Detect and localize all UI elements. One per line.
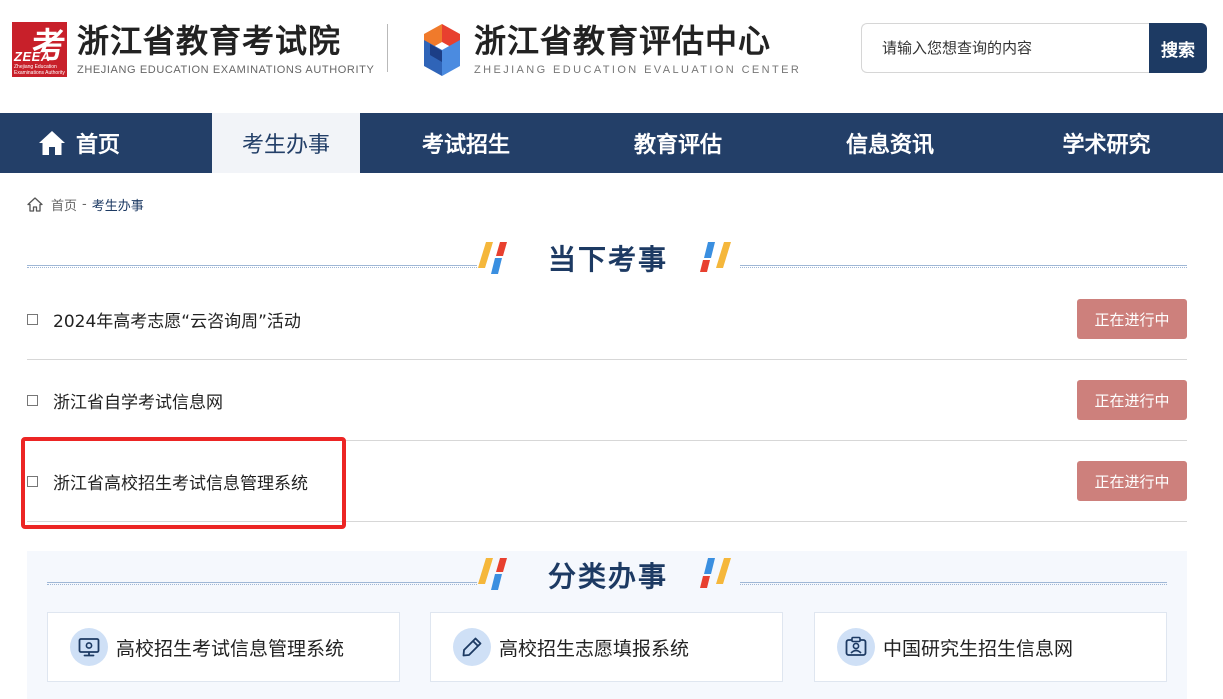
breadcrumb: 首页 - 考生办事 (27, 195, 144, 214)
event-row[interactable]: 2024年高考志愿“云咨询周”活动 正在进行中 (27, 279, 1187, 360)
category-label: 中国研究生招生信息网 (883, 637, 1074, 660)
home-outline-icon (27, 197, 43, 212)
nav-item-evaluation[interactable]: 教育评估 (572, 113, 784, 173)
evaluation-center-logo[interactable]: 浙江省教育评估中心 ZHEJIANG EDUCATION EVALUATION … (420, 22, 801, 78)
category-label: 高校招生考试信息管理系统 (116, 637, 345, 660)
home-icon (39, 131, 65, 155)
event-row[interactable]: 浙江省自学考试信息网 正在进行中 (27, 360, 1187, 441)
breadcrumb-home-link[interactable]: 首页 (51, 195, 77, 214)
heading-slash-deco-left (478, 242, 507, 274)
category-label: 高校招生志愿填报系统 (499, 637, 690, 660)
heading-slash-deco-left (478, 558, 507, 590)
square-bullet-icon (27, 314, 38, 325)
category-card-application-system[interactable]: 高校招生志愿填报系统 (430, 612, 783, 682)
search-bar: 搜索 (861, 23, 1207, 73)
org2-name-cn: 浙江省教育评估中心 (474, 22, 772, 60)
current-events-title: 当下考事 (548, 243, 669, 276)
nav-item-research[interactable]: 学术研究 (996, 113, 1217, 173)
nav-item-home[interactable]: 首页 (0, 113, 212, 173)
zeea-logo-mark: 考 ZEEA Zhejiang Education Examinations A… (12, 22, 67, 77)
nav-item-label: 首页 (76, 133, 121, 158)
heading-line-right (740, 265, 1187, 268)
zeea-logo[interactable]: 考 ZEEA Zhejiang Education Examinations A… (12, 22, 374, 77)
org1-name-cn: 浙江省教育考试院 (77, 22, 342, 60)
nav-item-exam-services[interactable]: 考生办事 (212, 113, 360, 173)
org1-name-en: ZHEJIANG EDUCATION EXAMINATIONS AUTHORIT… (77, 64, 375, 76)
breadcrumb-separator: - (82, 197, 87, 212)
category-card-admissions-system[interactable]: 高校招生考试信息管理系统 (47, 612, 400, 682)
event-title[interactable]: 浙江省自学考试信息网 (53, 388, 223, 413)
search-input[interactable] (861, 23, 1149, 73)
highlight-annotation-box (21, 437, 346, 529)
nav-item-news[interactable]: 信息资讯 (784, 113, 996, 173)
search-button[interactable]: 搜索 (1149, 23, 1207, 73)
site-header: 考 ZEEA Zhejiang Education Examinations A… (0, 0, 1223, 113)
heading-slash-deco-right (700, 558, 731, 588)
category-card-graduate-admissions[interactable]: 中国研究生招生信息网 (814, 612, 1167, 682)
status-badge: 正在进行中 (1077, 299, 1187, 339)
header-divider (387, 24, 388, 72)
pencil-icon (453, 628, 491, 666)
status-badge: 正在进行中 (1077, 380, 1187, 420)
logo-abbr: ZEEA (14, 49, 51, 64)
status-badge: 正在进行中 (1077, 461, 1187, 501)
evaluation-center-logo-icon (424, 24, 460, 76)
heading-slash-deco-right (700, 242, 731, 272)
nav-item-admissions[interactable]: 考试招生 (360, 113, 572, 173)
square-bullet-icon (27, 395, 38, 406)
org2-name-en: ZHEJIANG EDUCATION EVALUATION CENTER (474, 64, 802, 76)
heading-line-right (740, 582, 1167, 585)
event-title[interactable]: 2024年高考志愿“云咨询周”活动 (53, 307, 301, 332)
logo-small-text: Zhejiang Education Examinations Authorit… (14, 64, 65, 76)
breadcrumb-current: 考生办事 (91, 199, 144, 214)
person-card-icon (837, 628, 875, 666)
categories-title: 分类办事 (548, 560, 669, 593)
heading-line-left (27, 265, 477, 268)
main-nav: 首页 考生办事 考试招生 教育评估 信息资讯 学术研究 (0, 113, 1223, 173)
heading-line-left (47, 582, 477, 585)
monitor-gear-icon (70, 628, 108, 666)
